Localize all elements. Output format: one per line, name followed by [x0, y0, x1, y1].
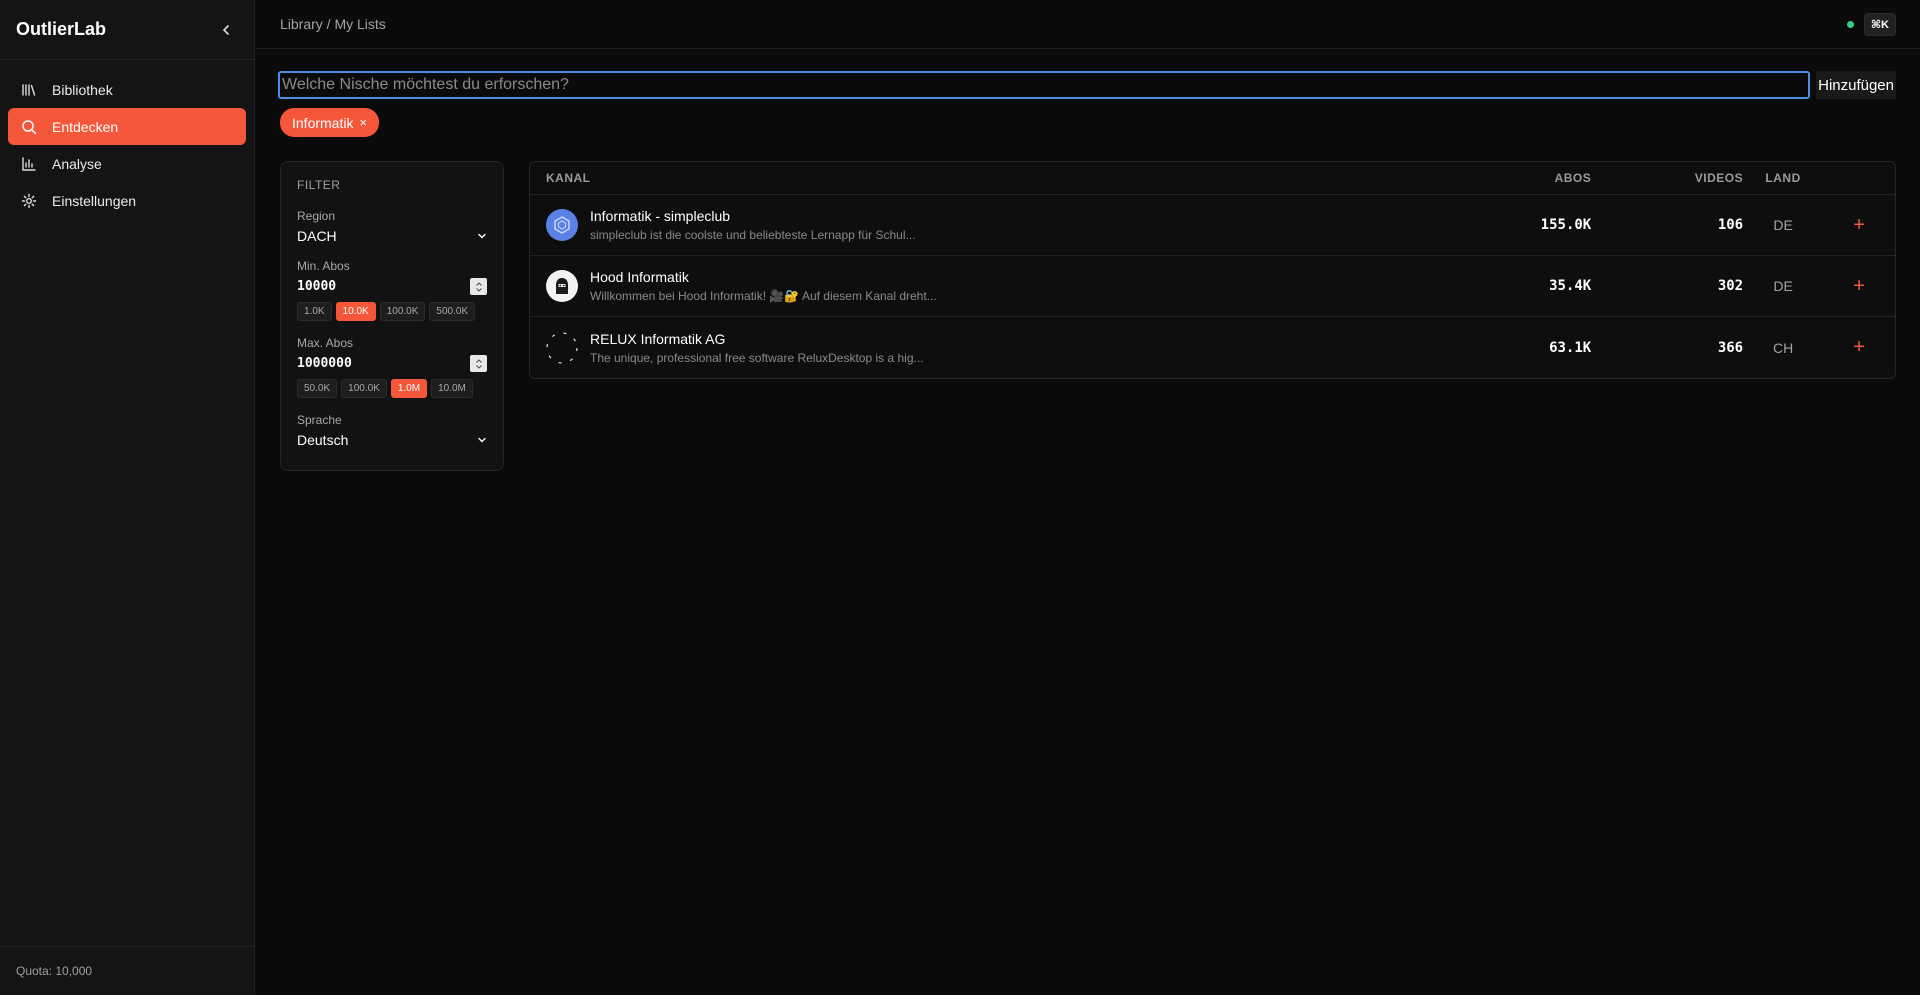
stepper-arrows-icon — [475, 358, 482, 369]
bar-chart-icon — [20, 155, 38, 173]
language-select[interactable]: Deutsch — [297, 432, 487, 448]
min-abos-presets: 1.0K 10.0K 100.0K 500.0K — [297, 302, 487, 321]
min-preset-100k[interactable]: 100.0K — [379, 302, 426, 321]
niche-chip[interactable]: Informatik × — [280, 108, 380, 137]
min-abos-stepper[interactable] — [470, 278, 487, 295]
land-value: CH — [1772, 339, 1794, 356]
topbar: Library / My Lists ⌘K — [256, 0, 1920, 49]
close-icon[interactable]: × — [359, 115, 367, 130]
channel-avatar — [546, 331, 578, 364]
search-row: Hinzufügen — [278, 71, 1896, 99]
sidebar-header: OutlierLab — [0, 0, 254, 60]
channel-description: Willkommen bei Hood Informatik! 🎥🔐 Auf d… — [590, 289, 937, 303]
hooded-figure-icon — [556, 278, 568, 294]
status-indicator — [1846, 20, 1854, 28]
min-preset-10k[interactable]: 10.0K — [335, 302, 376, 321]
header-videos[interactable]: VIDEOS — [1591, 171, 1743, 185]
header-kanal[interactable]: KANAL — [530, 171, 1441, 185]
channel-avatar — [546, 270, 578, 302]
sidebar-item-label: Entdecken — [52, 118, 119, 135]
abos-value: 35.4K — [1549, 278, 1592, 294]
filter-panel: FILTER Region DACH Min. Abos 10000 1.0K … — [280, 161, 504, 471]
sidebar-item-label: Bibliothek — [52, 81, 113, 98]
channel-avatar — [546, 209, 578, 241]
max-preset-100k[interactable]: 100.0K — [341, 379, 387, 398]
max-abos-value: 1000000 — [297, 356, 352, 371]
min-abos-value: 10000 — [297, 279, 337, 294]
add-niche-button[interactable]: Hinzufügen — [1816, 71, 1896, 99]
header-abos[interactable]: ABOS — [1441, 171, 1591, 185]
videos-value: 106 — [1717, 217, 1744, 233]
max-abos-stepper[interactable] — [470, 355, 487, 372]
region-select[interactable]: DACH — [297, 228, 487, 244]
breadcrumb[interactable]: Library / My Lists — [280, 16, 386, 32]
channel-table: KANAL ABOS VIDEOS LAND Informatik - simp… — [529, 161, 1896, 379]
circle-logo-icon — [546, 331, 578, 364]
abos-value: 155.0K — [1540, 217, 1592, 233]
chevron-left-icon — [222, 24, 229, 35]
add-channel-button[interactable]: + — [1823, 214, 1895, 237]
language-label: Sprache — [297, 413, 342, 427]
niche-chips: Informatik × — [280, 108, 380, 137]
channel-name[interactable]: Informatik - simpleclub — [590, 208, 916, 224]
max-abos-presets: 50.0K 100.0K 1.0M 10.0M — [297, 379, 487, 398]
videos-value: 366 — [1717, 339, 1744, 356]
channel-name[interactable]: Hood Informatik — [590, 269, 937, 285]
chip-label: Informatik — [292, 114, 354, 131]
table-row[interactable]: Hood Informatik Willkommen bei Hood Info… — [530, 256, 1895, 317]
table-row[interactable]: Informatik - simpleclub simpleclub ist d… — [530, 195, 1895, 256]
channel-description: The unique, professional free software R… — [590, 350, 924, 365]
search-icon — [20, 118, 38, 136]
sidebar-item-einstellungen[interactable]: Einstellungen — [8, 182, 246, 219]
sidebar-item-label: Analyse — [52, 155, 102, 172]
table-row[interactable]: RELUX Informatik AG The unique, professi… — [530, 317, 1895, 378]
sidebar-item-bibliothek[interactable]: Bibliothek — [8, 71, 246, 108]
sidebar-item-entdecken[interactable]: Entdecken — [8, 108, 246, 145]
collapse-sidebar-button[interactable] — [216, 20, 236, 40]
region-label: Region — [297, 209, 336, 223]
add-channel-button[interactable]: + — [1823, 275, 1895, 298]
filter-title: FILTER — [297, 178, 341, 192]
library-icon — [20, 81, 38, 99]
gear-icon — [20, 192, 38, 210]
table-header: KANAL ABOS VIDEOS LAND — [530, 162, 1895, 195]
channel-cell: Informatik - simpleclub simpleclub ist d… — [530, 208, 1441, 242]
abos-value: 63.1K — [1549, 339, 1592, 356]
region-value: DACH — [297, 228, 337, 244]
niche-search-input[interactable] — [278, 71, 1811, 99]
add-channel-button[interactable]: + — [1823, 336, 1895, 359]
channel-name[interactable]: RELUX Informatik AG — [590, 331, 924, 347]
max-preset-50k[interactable]: 50.0K — [297, 379, 338, 398]
sidebar-item-analyse[interactable]: Analyse — [8, 145, 246, 182]
stepper-arrows-icon — [475, 281, 482, 292]
chevron-down-icon — [478, 233, 486, 239]
brand-logo: OutlierLab — [16, 19, 107, 39]
hexagon-logo-icon — [554, 216, 570, 234]
topbar-actions: ⌘K — [1846, 12, 1896, 36]
channel-cell: RELUX Informatik AG The unique, professi… — [530, 331, 1441, 365]
videos-value: 302 — [1717, 278, 1744, 294]
command-palette-button[interactable]: ⌘K — [1863, 12, 1896, 36]
sidebar: OutlierLab Bibliothek Entdecken Analyse — [0, 0, 255, 995]
channel-cell: Hood Informatik Willkommen bei Hood Info… — [530, 269, 1441, 303]
sidebar-nav: Bibliothek Entdecken Analyse Einstellung… — [0, 60, 254, 219]
language-value: Deutsch — [297, 432, 349, 448]
min-preset-500k[interactable]: 500.0K — [429, 302, 476, 321]
land-value: DE — [1773, 278, 1793, 294]
min-abos-label: Min. Abos — [297, 259, 350, 273]
max-preset-10m[interactable]: 10.0M — [431, 379, 473, 398]
max-preset-1m[interactable]: 1.0M — [390, 379, 428, 398]
quota-label: Quota: 10,000 — [0, 946, 254, 995]
max-abos-input[interactable]: 1000000 — [297, 355, 487, 372]
header-land[interactable]: LAND — [1743, 171, 1823, 185]
sidebar-item-label: Einstellungen — [52, 192, 137, 209]
max-abos-label: Max. Abos — [297, 336, 354, 350]
channel-description: simpleclub ist die coolste und beliebtes… — [590, 228, 916, 242]
min-preset-1k[interactable]: 1.0K — [297, 302, 332, 321]
chevron-down-icon — [478, 437, 486, 443]
land-value: DE — [1773, 217, 1793, 233]
min-abos-input[interactable]: 10000 — [297, 278, 487, 295]
